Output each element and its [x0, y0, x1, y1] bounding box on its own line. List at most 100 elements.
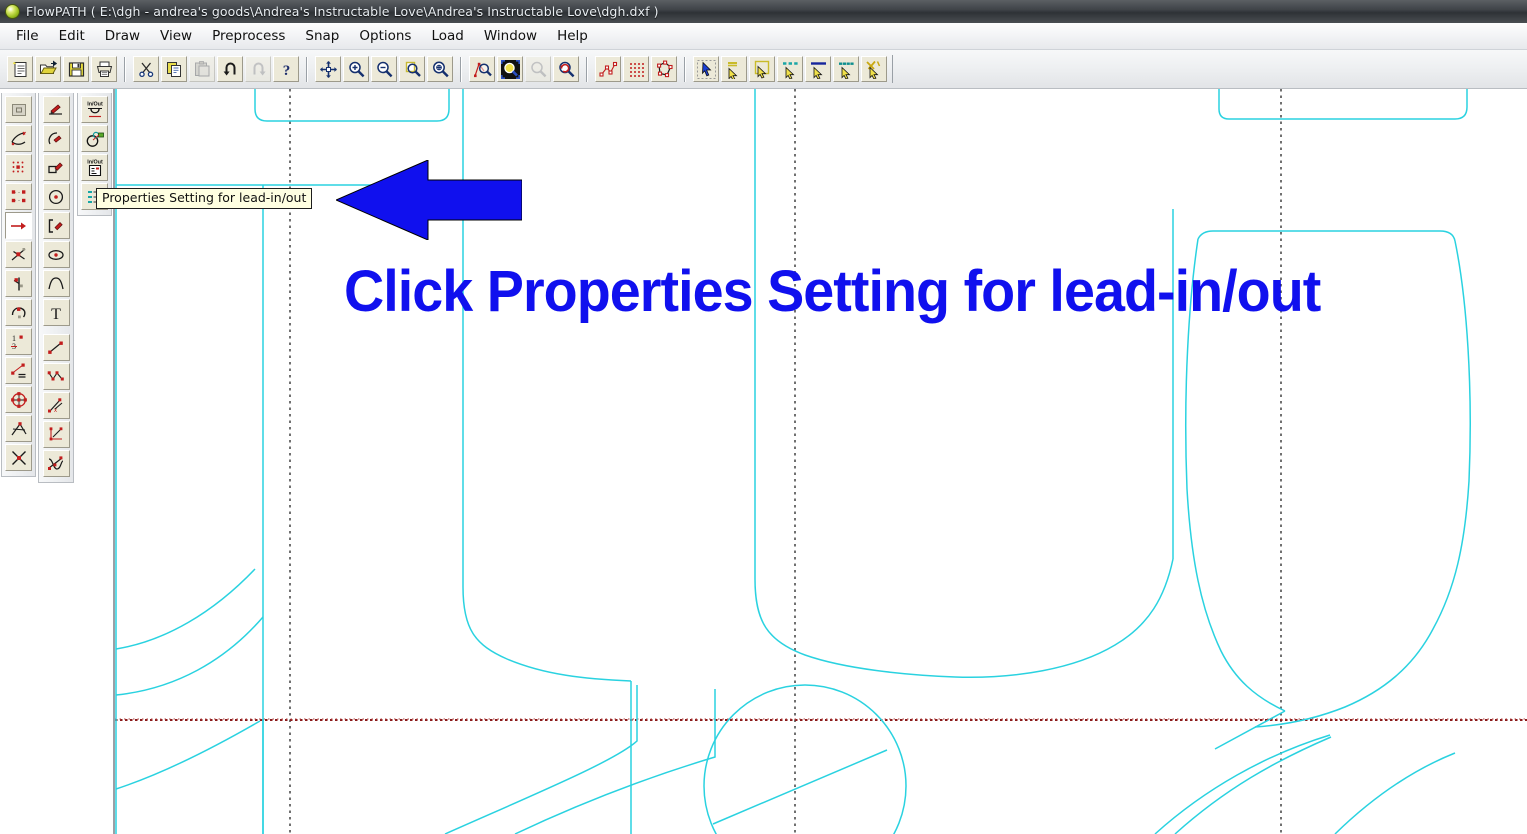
- paste-button[interactable]: [189, 56, 215, 82]
- select-pointer-button[interactable]: [693, 56, 719, 82]
- menu-item-view[interactable]: View: [150, 25, 202, 47]
- snap-point-button[interactable]: [5, 212, 32, 239]
- cut-button[interactable]: [133, 56, 159, 82]
- lead-in-out-circle-icon: [86, 131, 104, 147]
- snap-midpoint-button[interactable]: [5, 241, 32, 268]
- undo-button[interactable]: [217, 56, 243, 82]
- menu-item-load[interactable]: Load: [421, 25, 473, 47]
- snap-parallel-button[interactable]: [5, 357, 32, 384]
- snap-midpoint-icon: [11, 247, 25, 260]
- help-button[interactable]: ?: [273, 56, 299, 82]
- select-layer-button[interactable]: [721, 56, 747, 82]
- zoom-window-button[interactable]: [399, 56, 425, 82]
- arc-pen-icon: [48, 131, 62, 144]
- snap-endpoint-button[interactable]: [5, 183, 32, 210]
- zoom-previous-button[interactable]: [525, 56, 551, 82]
- window-title: FlowPATH ( E:\dgh - andrea's goods\Andre…: [26, 4, 659, 19]
- lead-in-out-list-icon: In/Out: [87, 159, 102, 176]
- callout-text: Click Properties Setting for lead-in/out: [344, 259, 1321, 324]
- print-button[interactable]: [91, 56, 117, 82]
- select-dashed-line-icon: [782, 61, 798, 79]
- trim-button[interactable]: x: [42, 392, 70, 419]
- copy-button[interactable]: [161, 56, 187, 82]
- edit-segment-button[interactable]: [42, 334, 70, 361]
- menu-item-help[interactable]: Help: [547, 25, 598, 47]
- snap-tangent-button[interactable]: [5, 415, 32, 442]
- edit-chain-button[interactable]: [42, 363, 70, 390]
- svg-text:?: ?: [282, 63, 290, 79]
- draw-polyline-button[interactable]: [42, 212, 70, 239]
- menu-item-edit[interactable]: Edit: [49, 25, 95, 47]
- zoom-all-button[interactable]: [497, 56, 523, 82]
- select-cross-button[interactable]: [861, 56, 887, 82]
- draw-arc-button[interactable]: [42, 125, 70, 152]
- snap-grid-button[interactable]: [5, 154, 32, 181]
- menu-item-preprocess[interactable]: Preprocess: [202, 25, 295, 47]
- zoom-extents-button[interactable]: [469, 56, 495, 82]
- save-file-button[interactable]: [63, 56, 89, 82]
- redraw-button[interactable]: [553, 56, 579, 82]
- show-nodes-button[interactable]: [595, 56, 621, 82]
- select-window-icon: [754, 60, 769, 79]
- zoom-previous-icon: [530, 61, 546, 77]
- path-nodes-icon: [598, 61, 617, 77]
- open-file-button[interactable]: [35, 56, 61, 82]
- snap-intersection-button[interactable]: [5, 444, 32, 471]
- menu-item-draw[interactable]: Draw: [95, 25, 150, 47]
- toolbar-path-group: [594, 56, 678, 82]
- draw-ellipse-button[interactable]: [42, 241, 70, 268]
- snap-off-button[interactable]: [5, 96, 32, 123]
- snap-quadrant-button[interactable]: [5, 386, 32, 413]
- zoom-all-icon: [500, 59, 520, 79]
- draw-line-button[interactable]: [42, 96, 70, 123]
- main-toolbar: ?: [0, 50, 1527, 89]
- open-folder-icon: [39, 60, 57, 74]
- lead-in-out-arc-button[interactable]: In/Out: [81, 96, 108, 123]
- snap-perpendicular-button[interactable]: [5, 270, 32, 297]
- menu-item-snap[interactable]: Snap: [295, 25, 349, 47]
- toolbar-select-group: [692, 56, 888, 82]
- select-dashed-button[interactable]: [777, 56, 803, 82]
- snap-nearest-icon: [10, 131, 26, 145]
- draw-rectangle-button[interactable]: [42, 154, 70, 181]
- menu-item-options[interactable]: Options: [349, 25, 421, 47]
- select-solid-button[interactable]: [805, 56, 831, 82]
- flowpath-window: FlowPATH ( E:\dgh - andrea's goods\Andre…: [0, 0, 1527, 834]
- snap-center-button[interactable]: [5, 299, 32, 326]
- zoom-out-icon: [376, 61, 392, 77]
- lead-in-out-arc-icon: In/Out: [87, 101, 102, 117]
- toolbar-view-group: [314, 56, 454, 82]
- zoom-extents-icon: [473, 62, 492, 77]
- pan-button[interactable]: [315, 56, 341, 82]
- cad-drawing-canvas[interactable]: [113, 89, 1527, 834]
- zoom-in-button[interactable]: [343, 56, 369, 82]
- lead-in-out-list-button[interactable]: In/Out: [81, 154, 108, 181]
- closed-path-button[interactable]: [651, 56, 677, 82]
- snap-fraction-button[interactable]: 1 3: [5, 328, 32, 355]
- corner-button[interactable]: [42, 421, 70, 448]
- snap-quadrant-icon: [10, 391, 27, 408]
- snap-nearest-button[interactable]: [5, 125, 32, 152]
- draw-text-button[interactable]: T: [42, 299, 70, 326]
- new-file-button[interactable]: [7, 56, 33, 82]
- select-layer-icon: [727, 61, 737, 79]
- redo-button[interactable]: [245, 56, 271, 82]
- select-color-button[interactable]: [833, 56, 859, 82]
- redraw-icon: [558, 61, 574, 77]
- draw-spline-button[interactable]: [42, 270, 70, 297]
- snap-center-icon: [11, 306, 26, 318]
- floppy-disk-icon: [68, 61, 84, 77]
- menu-item-window[interactable]: Window: [474, 25, 547, 47]
- arrow-pointer-icon: [696, 59, 716, 79]
- cross-curve-button[interactable]: [42, 450, 70, 477]
- zoom-out-button[interactable]: [371, 56, 397, 82]
- snap-endpoint-icon: [11, 189, 25, 202]
- lead-in-out-circle-button[interactable]: [81, 125, 108, 152]
- select-window-button[interactable]: [749, 56, 775, 82]
- menu-item-file[interactable]: File: [6, 25, 49, 47]
- snap-tangent-icon: [11, 421, 27, 435]
- draw-circle-button[interactable]: [42, 183, 70, 210]
- zoom-dynamic-button[interactable]: [427, 56, 453, 82]
- grid-dots-icon: [629, 62, 644, 77]
- grid-toggle-button[interactable]: [623, 56, 649, 82]
